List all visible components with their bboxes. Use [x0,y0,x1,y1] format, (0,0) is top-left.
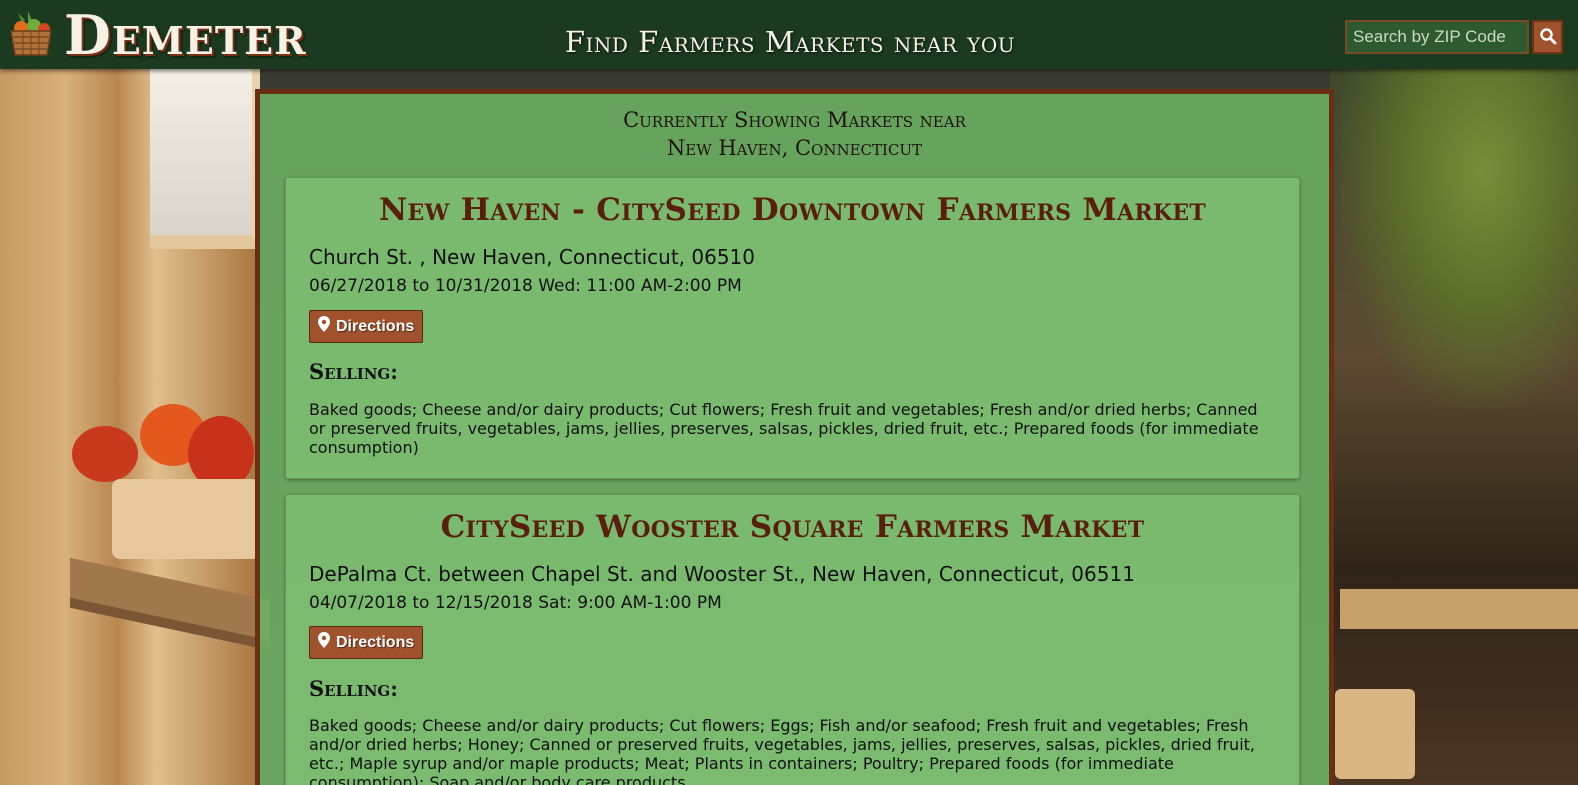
location-heading: Currently Showing Markets near New Haven… [260,106,1329,162]
site-header: Demeter Find Farmers Markets near you [0,0,1578,69]
map-pin-icon [318,316,330,337]
market-card: CitySeed Wooster Square Farmers Market D… [285,494,1300,785]
market-card: New Haven - CitySeed Downtown Farmers Ma… [285,177,1300,479]
market-address: Church St. , New Haven, Connecticut, 065… [309,245,756,269]
products-list: Baked goods; Cheese and/or dairy product… [309,400,1259,457]
page-tagline: Find Farmers Markets near you [564,25,1016,59]
background-tomato [72,426,138,482]
search-button[interactable] [1532,20,1563,54]
directions-label: Directions [336,317,415,335]
location-heading-line1: Currently Showing Markets near [623,108,966,132]
directions-button[interactable]: Directions [309,310,423,343]
market-name: CitySeed Wooster Square Farmers Market [440,509,1145,545]
background-basket [1335,689,1415,779]
magnifier-icon [1539,27,1557,48]
directions-label: Directions [336,633,415,651]
vegetable-basket-icon[interactable] [8,9,54,57]
background-board [1340,589,1578,629]
market-name: New Haven - CitySeed Downtown Farmers Ma… [378,192,1207,228]
map-pin-icon [318,632,330,653]
background-window [150,69,260,249]
products-list: Baked goods; Cheese and/or dairy product… [309,716,1255,785]
background-basket [112,479,260,559]
background-hanging-herbs [1340,69,1578,409]
selling-heading: Selling: [309,676,398,701]
directions-button[interactable]: Directions [309,626,423,659]
location-heading-city: New Haven, Connecticut [666,136,923,160]
market-address: DePalma Ct. between Chapel St. and Woost… [309,562,1135,586]
selling-heading: Selling: [309,359,398,384]
market-schedule: 06/27/2018 to 10/31/2018 Wed: 11:00 AM-2… [309,276,742,296]
results-panel: Currently Showing Markets near New Haven… [255,89,1334,785]
brand-name[interactable]: Demeter [64,3,307,67]
market-schedule: 04/07/2018 to 12/15/2018 Sat: 9:00 AM-1:… [309,593,722,613]
zip-search-input[interactable] [1345,20,1529,54]
